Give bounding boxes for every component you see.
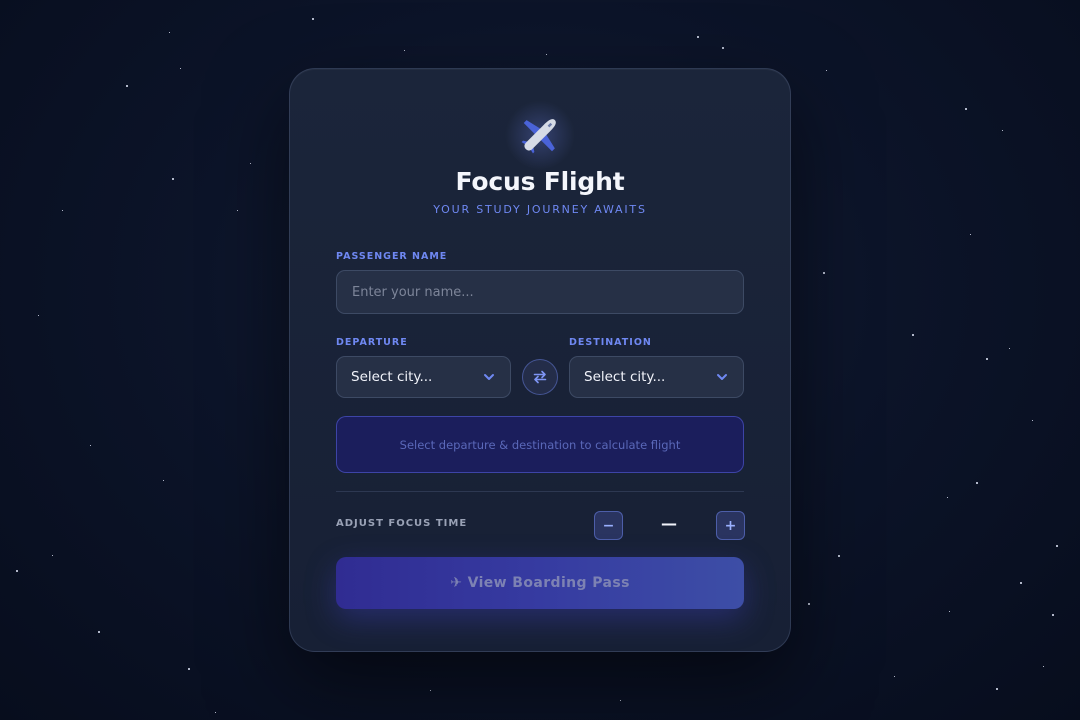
star (1002, 130, 1003, 131)
destination-label: DESTINATION (569, 337, 652, 348)
app-subtitle: YOUR STUDY JOURNEY AWAITS (433, 203, 647, 216)
star (947, 497, 948, 498)
star (976, 482, 978, 484)
star (838, 555, 840, 557)
star (98, 631, 100, 633)
star (912, 334, 914, 336)
star (697, 36, 699, 38)
increase-time-button[interactable]: + (716, 511, 745, 540)
divider (336, 491, 744, 492)
view-boarding-pass-button[interactable]: ✈ View Boarding Pass (336, 557, 744, 609)
star (1009, 348, 1010, 349)
star (16, 570, 18, 572)
flight-info-box: Select departure & destination to calcul… (336, 416, 744, 473)
booking-card: Focus Flight YOUR STUDY JOURNEY AWAITS P… (289, 68, 791, 652)
destination-select[interactable]: Select city... (569, 356, 744, 398)
focus-time-value: — (661, 514, 677, 533)
flight-info-message: Select departure & destination to calcul… (399, 437, 681, 452)
swap-arrows-icon (533, 370, 547, 384)
departure-label: DEPARTURE (336, 337, 408, 348)
star (237, 210, 238, 211)
passenger-name-label: PASSENGER NAME (336, 251, 448, 262)
chevron-down-icon (484, 374, 494, 380)
star (808, 603, 810, 605)
star (90, 445, 91, 446)
star (126, 85, 128, 87)
airplane-icon (521, 119, 556, 154)
star (823, 272, 825, 274)
star (172, 178, 174, 180)
chevron-down-icon (717, 374, 727, 380)
star (169, 32, 170, 33)
star (894, 676, 895, 677)
departure-select-value: Select city... (351, 369, 433, 385)
star (180, 68, 181, 69)
star (38, 315, 39, 316)
adjust-focus-time-label: ADJUST FOCUS TIME (336, 518, 468, 529)
star (1032, 420, 1033, 421)
swap-cities-button[interactable] (522, 359, 558, 395)
star (312, 18, 314, 20)
view-boarding-pass-label: ✈ View Boarding Pass (450, 575, 630, 591)
star (996, 688, 998, 690)
star (546, 54, 547, 55)
star (826, 70, 827, 71)
passenger-name-input[interactable] (336, 270, 744, 314)
star (986, 358, 988, 360)
star (430, 690, 431, 691)
star (1043, 666, 1044, 667)
star (62, 210, 63, 211)
star (949, 611, 950, 612)
plus-icon: + (724, 517, 737, 534)
minus-icon: − (602, 517, 615, 534)
star (250, 163, 251, 164)
star (620, 700, 621, 701)
star (404, 50, 405, 51)
decrease-time-button[interactable]: − (594, 511, 623, 540)
star (52, 555, 53, 556)
star (1020, 582, 1022, 584)
star (163, 480, 164, 481)
departure-select[interactable]: Select city... (336, 356, 511, 398)
star (722, 47, 724, 49)
star (965, 108, 967, 110)
star (215, 712, 216, 713)
logo (290, 100, 790, 170)
star (970, 234, 971, 235)
star (1056, 545, 1058, 547)
destination-select-value: Select city... (584, 369, 666, 385)
app-title: Focus Flight (455, 167, 625, 196)
star (1052, 614, 1054, 616)
star (188, 668, 190, 670)
